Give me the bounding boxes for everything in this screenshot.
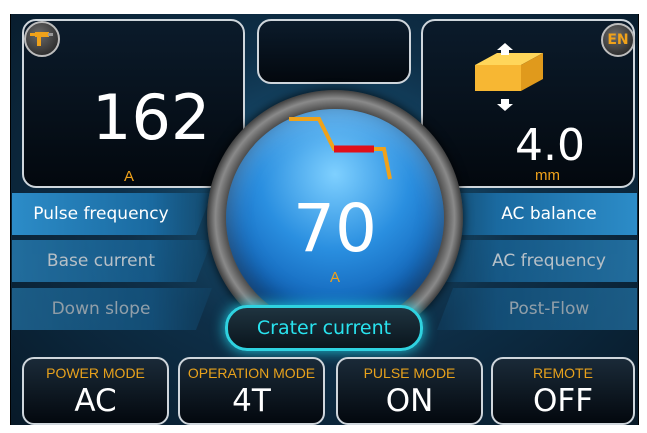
current-unit: A bbox=[124, 168, 135, 185]
frame-line-right bbox=[638, 14, 639, 425]
operation-mode-value: 4T bbox=[232, 383, 271, 419]
welding-torch-icon bbox=[30, 32, 53, 46]
param-base-current[interactable]: Base current bbox=[12, 240, 212, 282]
frame-line-left bbox=[10, 14, 11, 425]
param-post-flow[interactable]: Post-Flow bbox=[437, 288, 637, 330]
param-label: Pulse frequency bbox=[33, 204, 169, 224]
param-down-slope[interactable]: Down slope bbox=[12, 288, 212, 330]
remote-title: REMOTE bbox=[533, 365, 593, 381]
frame-top bbox=[0, 0, 647, 14]
language-label: EN bbox=[607, 32, 629, 48]
current-value: 162 bbox=[92, 81, 211, 154]
welder-screen: 162 A EN 4.0 mm Pulse frequency Base cur… bbox=[0, 0, 647, 433]
current-panel[interactable]: 162 A bbox=[22, 19, 245, 188]
pulse-mode-value: ON bbox=[385, 383, 434, 419]
thickness-value: 4.0 bbox=[515, 120, 585, 171]
crater-current-button[interactable]: Crater current bbox=[225, 305, 423, 351]
param-label: AC frequency bbox=[492, 251, 606, 271]
knob-value: 70 bbox=[293, 190, 377, 267]
language-button[interactable]: EN bbox=[601, 23, 635, 57]
param-label: Post-Flow bbox=[508, 299, 590, 319]
main-knob[interactable]: 70 A bbox=[226, 109, 444, 327]
power-mode-value: AC bbox=[74, 383, 117, 419]
operation-mode-button[interactable]: OPERATION MODE 4T bbox=[178, 357, 325, 425]
param-label: Down slope bbox=[51, 299, 151, 319]
param-ac-balance[interactable]: AC balance bbox=[437, 193, 637, 235]
frame-right bbox=[639, 0, 647, 433]
frame-bottom bbox=[0, 425, 647, 433]
knob-unit: A bbox=[329, 269, 340, 286]
power-mode-button[interactable]: POWER MODE AC bbox=[22, 357, 169, 425]
thickness-unit: mm bbox=[535, 167, 560, 184]
remote-value: OFF bbox=[532, 383, 594, 419]
param-label: Base current bbox=[46, 251, 156, 271]
material-thickness-icon bbox=[475, 43, 543, 111]
thickness-panel[interactable]: EN 4.0 mm bbox=[421, 19, 635, 188]
param-pulse-frequency[interactable]: Pulse frequency bbox=[12, 193, 212, 235]
param-label: AC balance bbox=[501, 204, 597, 224]
param-ac-frequency[interactable]: AC frequency bbox=[437, 240, 637, 282]
pulse-mode-title: PULSE MODE bbox=[363, 365, 456, 381]
power-mode-title: POWER MODE bbox=[46, 365, 145, 381]
top-center-panel bbox=[257, 19, 411, 84]
current-graph-icon bbox=[289, 117, 392, 180]
torch-button[interactable] bbox=[24, 21, 60, 57]
remote-button[interactable]: REMOTE OFF bbox=[491, 357, 635, 425]
frame-left bbox=[0, 0, 10, 433]
operation-mode-title: OPERATION MODE bbox=[187, 365, 316, 381]
pulse-mode-button[interactable]: PULSE MODE ON bbox=[336, 357, 483, 425]
